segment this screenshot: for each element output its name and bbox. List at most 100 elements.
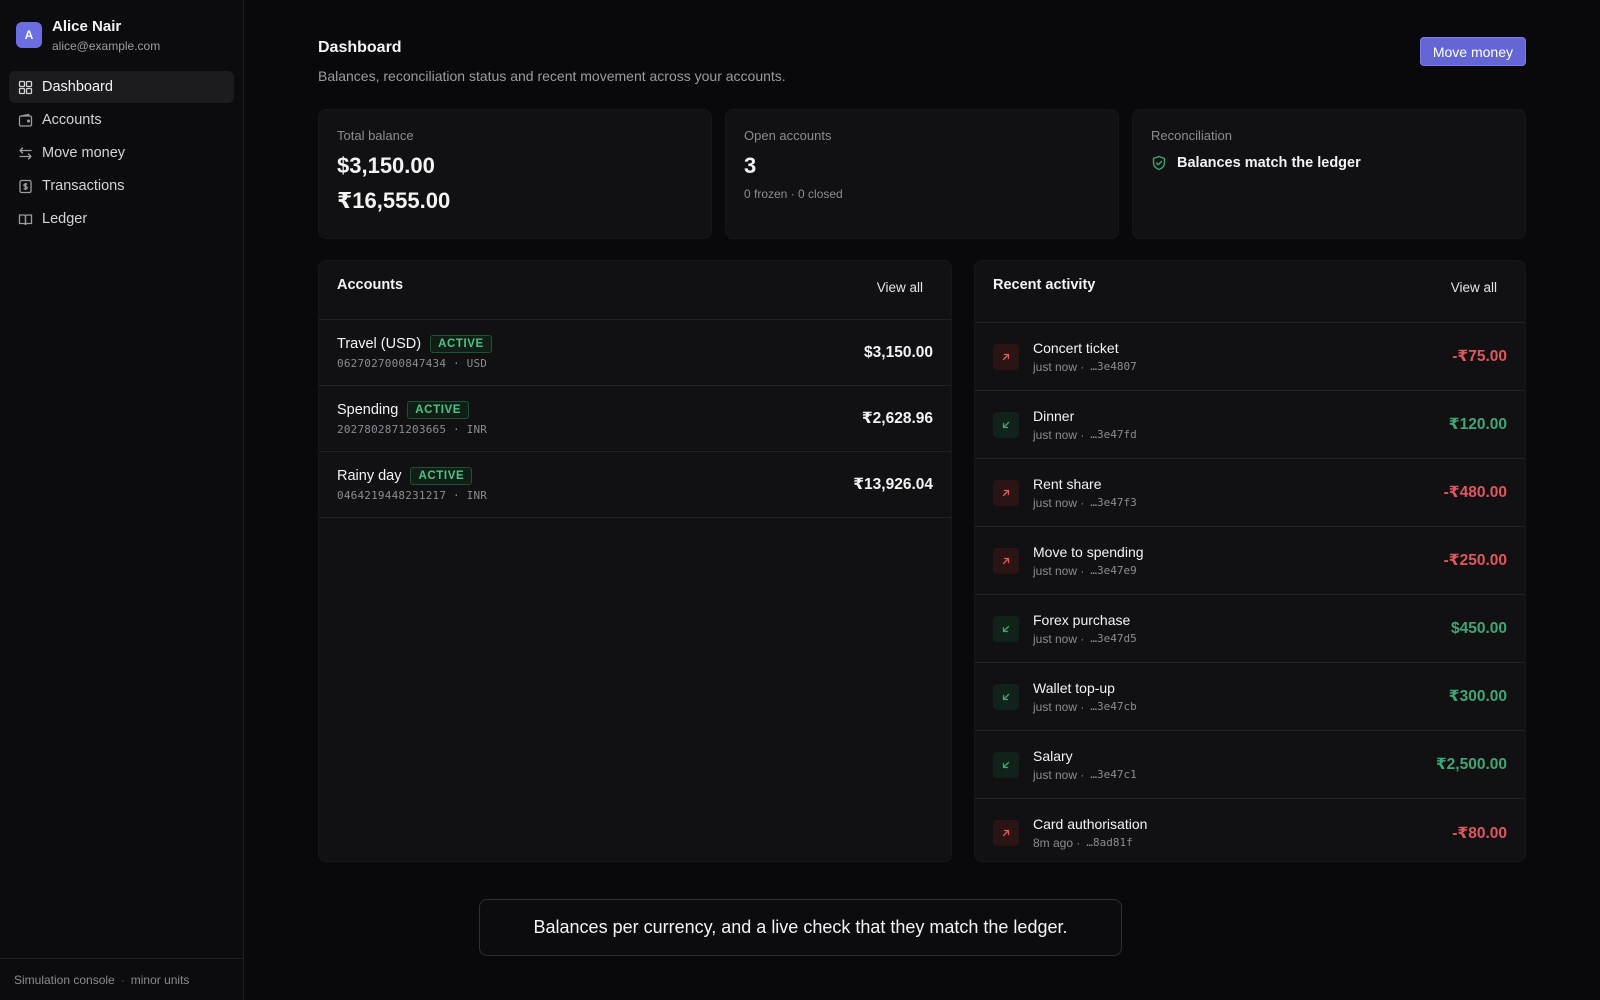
- activity-info: Wallet top-up just now · …3e47cb: [1033, 680, 1449, 714]
- activity-info: Concert ticket just now · …3e4807: [1033, 340, 1452, 374]
- receipt-icon: [18, 179, 33, 194]
- account-name-line: Rainy day ACTIVE: [337, 467, 487, 485]
- activity-row[interactable]: Move to spending just now · …3e47e9 -₹25…: [975, 527, 1525, 595]
- activity-row[interactable]: Rent share just now · …3e47f3 -₹480.00: [975, 459, 1525, 527]
- activity-meta: just now · …3e47fd: [1033, 428, 1449, 442]
- activity-info: Salary just now · …3e47c1: [1033, 748, 1436, 782]
- open-accounts-count: 3: [744, 153, 757, 178]
- activity-view-all-link[interactable]: View all: [1441, 277, 1507, 298]
- move-money-button[interactable]: Move money: [1419, 37, 1526, 66]
- stats-row: Total balance $3,150.00 ₹16,555.00 Open …: [318, 109, 1526, 239]
- activity-row[interactable]: Salary just now · …3e47c1 ₹2,500.00: [975, 731, 1525, 799]
- activity-title: Forex purchase: [1033, 611, 1131, 628]
- activity-panel-header: Recent activity View all: [975, 261, 1525, 323]
- status-badge: ACTIVE: [407, 401, 470, 419]
- account-row[interactable]: Spending ACTIVE 2027802871203665 · INR ₹…: [319, 386, 951, 452]
- user-name: Alice Nair: [52, 18, 122, 35]
- account-balance: ₹13,926.04: [853, 476, 933, 493]
- arrow-up-right-icon: [993, 479, 1019, 506]
- arrow-down-left-icon: [993, 683, 1019, 710]
- account-row[interactable]: Rainy day ACTIVE 0464219448231217 · INR …: [319, 452, 951, 518]
- arrows-swap-icon: [18, 146, 33, 161]
- balance-inr: ₹16,555.00: [337, 188, 451, 213]
- activity-ref: …3e47f3: [1090, 495, 1137, 509]
- avatar: A: [16, 22, 42, 48]
- activity-title: Concert ticket: [1033, 339, 1119, 356]
- activity-title: Move to spending: [1033, 543, 1144, 560]
- account-name: Rainy day: [337, 468, 402, 484]
- sidebar-item-label: Accounts: [42, 112, 102, 128]
- footer-separator: ·: [120, 972, 125, 987]
- sidebar-item-label: Dashboard: [42, 79, 113, 95]
- activity-row[interactable]: Dinner just now · …3e47fd ₹120.00: [975, 391, 1525, 459]
- arrow-up-right-icon: [993, 343, 1019, 370]
- activity-meta: just now · …3e47d5: [1033, 632, 1451, 646]
- user-profile[interactable]: A Alice Nair alice@example.com: [0, 0, 243, 53]
- activity-time: just now ·: [1033, 495, 1085, 510]
- accounts-panel-header: Accounts View all: [319, 261, 951, 320]
- sidebar-item-ledger[interactable]: Ledger: [9, 203, 234, 235]
- activity-meta: just now · …3e4807: [1033, 360, 1452, 374]
- account-number: 0627027000847434 · USD: [337, 357, 488, 370]
- activity-row[interactable]: Forex purchase just now · …3e47d5 $450.0…: [975, 595, 1525, 663]
- panel-title: Accounts: [337, 277, 404, 293]
- account-info: Spending ACTIVE 2027802871203665 · INR: [337, 401, 487, 436]
- activity-meta: 8m ago · …8ad81f: [1033, 836, 1452, 850]
- activity-ref: …3e47d5: [1090, 631, 1137, 645]
- activity-time: 8m ago ·: [1033, 836, 1081, 850]
- arrow-down-left-icon: [993, 411, 1019, 438]
- account-number: 2027802871203665 · INR: [337, 423, 488, 436]
- account-info: Travel (USD) ACTIVE 0627027000847434 · U…: [337, 335, 492, 370]
- account-name: Spending: [337, 402, 399, 418]
- activity-ref: …3e47c1: [1090, 767, 1137, 781]
- activity-amount: -₹75.00: [1452, 348, 1507, 365]
- activity-meta: just now · …3e47e9: [1033, 564, 1444, 578]
- account-name-line: Travel (USD) ACTIVE: [337, 335, 492, 353]
- activity-title: Salary: [1033, 747, 1073, 764]
- activity-info: Forex purchase just now · …3e47d5: [1033, 612, 1451, 646]
- reconciliation-status: Balances match the ledger: [1151, 155, 1507, 171]
- shield-check-icon: [1151, 155, 1167, 171]
- arrow-up-right-icon: [993, 820, 1019, 846]
- open-accounts-card: Open accounts 3 0 frozen · 0 closed: [725, 109, 1119, 239]
- activity-title: Rent share: [1033, 475, 1102, 492]
- activity-amount: ₹2,500.00: [1435, 756, 1507, 773]
- activity-title: Dinner: [1033, 407, 1075, 424]
- activity-amount: $450.00: [1450, 619, 1507, 637]
- activity-row[interactable]: Card authorisation 8m ago · …8ad81f -₹80…: [975, 799, 1525, 867]
- sidebar-item-transactions[interactable]: Transactions: [9, 170, 234, 202]
- activity-row[interactable]: Wallet top-up just now · …3e47cb ₹300.00: [975, 663, 1525, 731]
- account-name: Travel (USD): [337, 336, 422, 352]
- page-title: Dashboard: [318, 39, 402, 56]
- user-email: alice@example.com: [52, 39, 161, 53]
- activity-amount: ₹300.00: [1448, 688, 1507, 705]
- accounts-panel: Accounts View all Travel (USD) ACTIVE 06…: [318, 260, 952, 862]
- activity-row[interactable]: Concert ticket just now · …3e4807 -₹75.0…: [975, 323, 1525, 391]
- accounts-list: Travel (USD) ACTIVE 0627027000847434 · U…: [319, 320, 951, 518]
- account-row[interactable]: Travel (USD) ACTIVE 0627027000847434 · U…: [319, 320, 951, 386]
- sidebar-item-move-money[interactable]: Move money: [9, 137, 234, 169]
- stat-label: Open accounts: [744, 128, 832, 143]
- wallet-icon: [18, 113, 33, 128]
- sidebar-nav: Dashboard Accounts Move money Transactio…: [0, 71, 243, 235]
- arrow-up-right-icon: [993, 547, 1019, 574]
- activity-ref: …3e4807: [1090, 359, 1137, 373]
- activity-panel: Recent activity View all Concert ticket …: [974, 260, 1526, 862]
- activity-time: just now ·: [1033, 427, 1085, 442]
- status-badge: ACTIVE: [430, 335, 492, 353]
- activity-title: Card authorisation: [1033, 816, 1148, 832]
- activity-time: just now ·: [1033, 631, 1085, 646]
- activity-meta: just now · …3e47f3: [1033, 496, 1444, 510]
- activity-ref: …3e47e9: [1090, 563, 1137, 577]
- accounts-view-all-link[interactable]: View all: [867, 277, 933, 298]
- account-balance: $3,150.00: [864, 343, 933, 361]
- activity-time: just now ·: [1033, 563, 1085, 578]
- sidebar-item-label: Ledger: [42, 211, 88, 227]
- activity-info: Dinner just now · …3e47fd: [1033, 408, 1449, 442]
- page-subtitle: Balances, reconciliation status and rece…: [318, 68, 786, 84]
- grid-icon: [18, 80, 33, 95]
- sidebar-item-dashboard[interactable]: Dashboard: [9, 71, 234, 103]
- stat-label: Reconciliation: [1151, 128, 1232, 143]
- sidebar-item-accounts[interactable]: Accounts: [9, 104, 234, 136]
- sidebar-item-label: Move money: [42, 145, 126, 161]
